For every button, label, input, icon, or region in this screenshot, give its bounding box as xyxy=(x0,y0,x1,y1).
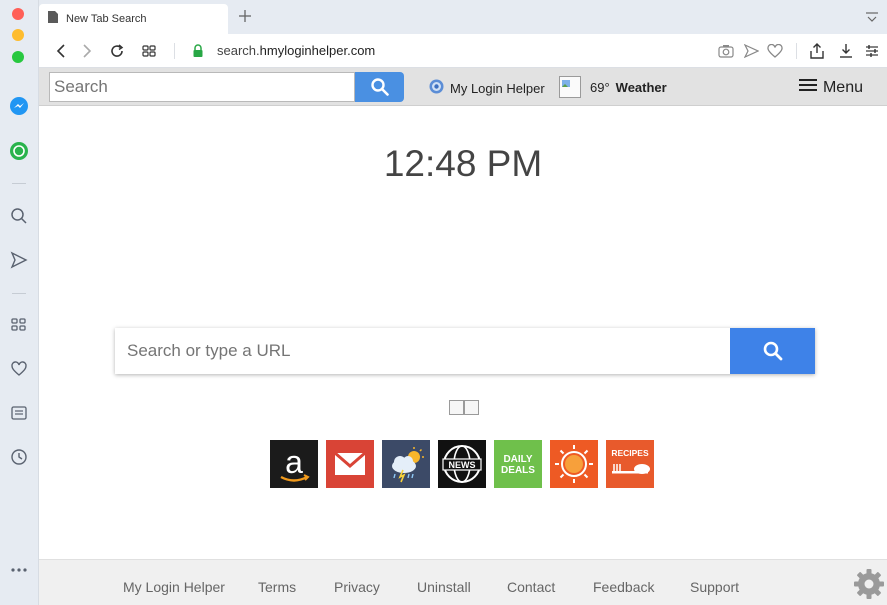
new-tab-button[interactable] xyxy=(234,5,256,27)
lock-icon[interactable] xyxy=(188,41,208,61)
amazon-tile[interactable]: a xyxy=(270,440,318,488)
browser-window: New Tab Search search.hmyloginhelper.com xyxy=(0,0,887,605)
weather-broken-image-icon xyxy=(559,76,581,98)
gear-icon[interactable] xyxy=(853,568,885,600)
weather-temperature: 69° xyxy=(590,79,610,95)
menu-label: Menu xyxy=(822,78,863,96)
toolbar-search-button[interactable] xyxy=(355,72,404,102)
footer-link-contact[interactable]: Contact xyxy=(507,579,555,595)
svg-text:DAILY: DAILY xyxy=(503,454,532,465)
main-search-box xyxy=(115,328,815,374)
reload-icon[interactable] xyxy=(107,41,127,61)
news-tile[interactable]: NEWS xyxy=(438,440,486,488)
broken-image-icon xyxy=(464,400,479,415)
address-divider xyxy=(796,43,797,59)
mail-envelope-icon xyxy=(334,451,366,475)
share-icon[interactable] xyxy=(807,41,827,61)
search-icon xyxy=(370,78,389,96)
toolbar-brand-label: My Login Helper xyxy=(450,80,545,96)
footer-link-feedback[interactable]: Feedback xyxy=(593,579,654,595)
daily-deals-tile[interactable]: DAILY DEALS xyxy=(494,440,542,488)
camera-icon[interactable] xyxy=(716,41,736,61)
url-domain: hmyloginhelper.com xyxy=(259,43,376,58)
url-field[interactable]: search.hmyloginhelper.com xyxy=(217,43,375,58)
main-search-button[interactable] xyxy=(730,328,815,374)
tab-new-tab-search[interactable]: New Tab Search xyxy=(39,4,228,34)
hamburger-icon xyxy=(798,78,817,97)
search-icon[interactable] xyxy=(8,205,30,227)
browser-sidebar xyxy=(0,0,39,605)
tab-strip: New Tab Search xyxy=(39,0,887,34)
page-footer: My Login Helper Terms Privacy Uninstall … xyxy=(39,559,887,605)
news-icon[interactable] xyxy=(8,402,30,424)
svg-text:NEWS: NEWS xyxy=(449,460,476,470)
tab-grid-icon[interactable] xyxy=(139,41,159,61)
recipes-utensil-icon: RECIPES xyxy=(611,448,650,474)
back-icon[interactable] xyxy=(51,41,71,61)
minimize-window-button[interactable] xyxy=(12,29,24,41)
svg-text:a: a xyxy=(285,444,303,480)
sun-icon xyxy=(555,445,593,483)
history-icon[interactable] xyxy=(8,446,30,468)
footer-link-terms[interactable]: Terms xyxy=(258,579,296,595)
close-window-button[interactable] xyxy=(12,8,24,20)
toolbar-weather-widget[interactable]: 69° Weather xyxy=(559,76,667,98)
gmail-tile[interactable] xyxy=(326,440,374,488)
shortcut-tiles: a NEWS DAILY DEALS RECIPES xyxy=(270,440,662,488)
speed-dial-icon[interactable] xyxy=(8,314,30,336)
daily-deals-icon: DAILY DEALS xyxy=(501,454,535,476)
weather-cloud-icon xyxy=(392,447,424,483)
sidebar-divider xyxy=(12,293,26,294)
weather-tile[interactable] xyxy=(382,440,430,488)
send-icon[interactable] xyxy=(8,249,30,271)
amazon-logo-icon: a xyxy=(280,444,310,482)
recipes-tile[interactable]: RECIPES xyxy=(606,440,654,488)
more-icon[interactable] xyxy=(8,559,30,581)
footer-link-uninstall[interactable]: Uninstall xyxy=(417,579,471,595)
download-icon[interactable] xyxy=(836,41,856,61)
tab-menu-icon[interactable] xyxy=(865,10,879,24)
toolbar-search-input[interactable] xyxy=(49,72,355,102)
address-bar: search.hmyloginhelper.com xyxy=(39,34,887,68)
messenger-icon[interactable] xyxy=(8,95,30,117)
news-globe-icon: NEWS xyxy=(442,445,482,483)
toolbar-brand-link[interactable]: My Login Helper xyxy=(429,79,545,97)
page-icon xyxy=(48,10,58,28)
address-divider xyxy=(174,43,175,59)
heart-icon[interactable] xyxy=(8,358,30,380)
sun-tile[interactable] xyxy=(550,440,598,488)
footer-link-my-login-helper[interactable]: My Login Helper xyxy=(123,579,225,595)
toolbar-menu-button[interactable]: Menu xyxy=(798,78,863,97)
tab-title: New Tab Search xyxy=(66,13,147,25)
login-helper-logo-icon xyxy=(429,79,444,97)
url-subdomain: search. xyxy=(217,43,260,58)
whatsapp-icon[interactable] xyxy=(8,140,30,162)
forward-icon[interactable] xyxy=(77,41,97,61)
svg-text:DEALS: DEALS xyxy=(501,465,535,476)
clock-display: 12:48 PM xyxy=(383,143,543,184)
svg-text:RECIPES: RECIPES xyxy=(611,448,649,458)
bookmark-heart-icon[interactable] xyxy=(765,41,785,61)
extension-toolbar: My Login Helper 69° Weather Menu xyxy=(39,68,887,106)
footer-link-privacy[interactable]: Privacy xyxy=(334,579,380,595)
sidebar-divider xyxy=(12,183,26,184)
main-search-input[interactable] xyxy=(115,328,730,374)
weather-label: Weather xyxy=(615,79,667,95)
footer-link-support[interactable]: Support xyxy=(690,579,739,595)
broken-image-icon xyxy=(449,400,464,415)
maximize-window-button[interactable] xyxy=(12,51,24,63)
search-icon xyxy=(763,341,782,361)
send-page-icon[interactable] xyxy=(741,41,761,61)
broken-image-row xyxy=(449,400,479,415)
easy-setup-icon[interactable] xyxy=(862,41,882,61)
